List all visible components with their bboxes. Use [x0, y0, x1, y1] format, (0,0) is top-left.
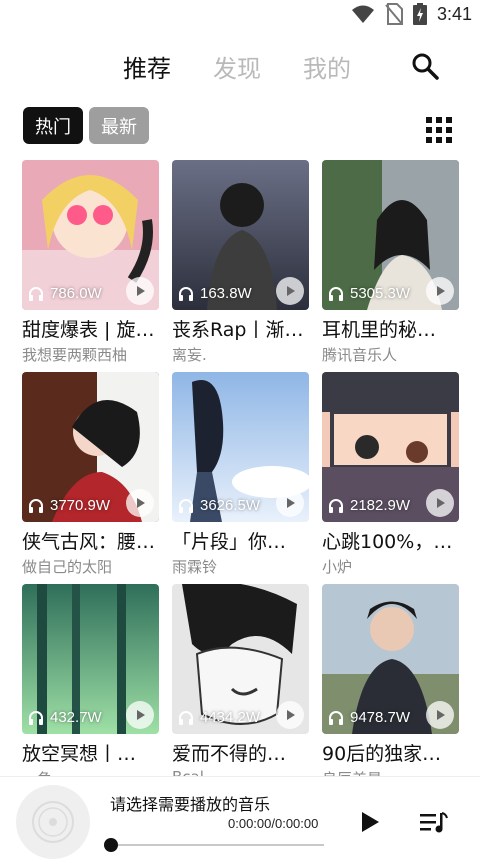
playlist-card[interactable]: 3626.5W 「片段」你… 雨霖铃: [172, 372, 309, 577]
playlist-author: 我想要两颗西柚: [22, 346, 128, 364]
playlist-cover[interactable]: 9478.7W: [322, 584, 459, 734]
tab-recommend[interactable]: 推荐: [123, 49, 171, 84]
filter-new-button[interactable]: 最新: [89, 107, 149, 144]
headphones-icon: [329, 286, 343, 301]
play-count: 4434.2W: [200, 709, 261, 726]
playlist-cover[interactable]: 5305.3W: [322, 160, 459, 310]
headphones-icon: [329, 498, 343, 513]
play-button[interactable]: [276, 489, 304, 517]
play-button[interactable]: [126, 277, 154, 305]
tab-discover[interactable]: 发现: [213, 49, 261, 84]
play-button[interactable]: [276, 277, 304, 305]
progress-track[interactable]: [112, 844, 324, 846]
headphones-icon: [29, 286, 43, 301]
playlist-card[interactable]: 432.7W 放空冥想丨… 一角: [22, 584, 159, 789]
playlist-cover[interactable]: 786.0W: [22, 160, 159, 310]
playlist-author: 腾讯音乐人: [322, 346, 398, 364]
play-icon: [137, 498, 145, 508]
no-sim-icon: [385, 3, 403, 25]
playlist-card[interactable]: 3770.9W 侠气古风：腰… 做自己的太阳: [22, 372, 159, 577]
search-icon[interactable]: [411, 52, 439, 80]
playlist-card[interactable]: 5305.3W 耳机里的秘… 腾讯音乐人: [322, 160, 459, 365]
playlist-title[interactable]: 90后的独家…: [322, 739, 459, 766]
play-button[interactable]: [126, 701, 154, 729]
mini-player: 请选择需要播放的音乐 0:00:00/0:00:00: [0, 776, 480, 864]
headphones-icon: [29, 710, 43, 725]
battery-charging-icon: [412, 3, 427, 25]
playlist-cover[interactable]: 2182.9W: [322, 372, 459, 522]
playlist-title[interactable]: 心跳100%，…: [322, 527, 459, 554]
playlist-title[interactable]: 耳机里的秘…: [322, 315, 459, 342]
playlist-cover[interactable]: 432.7W: [22, 584, 159, 734]
play-icon: [137, 710, 145, 720]
playlist-title[interactable]: 爱而不得的…: [172, 739, 309, 766]
tab-mine[interactable]: 我的: [303, 49, 351, 84]
playlist-card[interactable]: 2182.9W 心跳100%，… 小炉: [322, 372, 459, 577]
wifi-icon: [351, 5, 374, 23]
playlist-author: 小炉: [322, 558, 353, 576]
playlist-cover[interactable]: 3626.5W: [172, 372, 309, 522]
play-count: 163.8W: [200, 285, 252, 302]
play-button[interactable]: [426, 701, 454, 729]
play-count: 9478.7W: [350, 709, 411, 726]
play-icon: [137, 286, 145, 296]
playlist-cover[interactable]: 4434.2W: [172, 584, 309, 734]
playlist-author: 离妄.: [172, 346, 207, 364]
play-icon: [287, 498, 295, 508]
playlist-card[interactable]: 786.0W 甜度爆表 | 旋… 我想要两颗西柚: [22, 160, 159, 365]
play-icon: [287, 710, 295, 720]
status-bar: 3:41: [0, 0, 480, 30]
play-button[interactable]: [276, 701, 304, 729]
headphones-icon: [179, 710, 193, 725]
play-count: 786.0W: [50, 285, 102, 302]
play-icon: [437, 710, 445, 720]
play-count: 3626.5W: [200, 497, 261, 514]
progress-knob[interactable]: [104, 838, 118, 852]
playlist-author: 雨霖铃: [172, 558, 218, 576]
play-count: 2182.9W: [350, 497, 411, 514]
play-count: 5305.3W: [350, 285, 411, 302]
playlist-title[interactable]: 丧系Rap丨渐…: [172, 315, 309, 342]
play-icon: [437, 498, 445, 508]
headphones-icon: [329, 710, 343, 725]
play-button[interactable]: [126, 489, 154, 517]
playlist-card[interactable]: 163.8W 丧系Rap丨渐… 离妄.: [172, 160, 309, 365]
play-count: 432.7W: [50, 709, 102, 726]
playlist-author: 做自己的太阳: [22, 558, 113, 576]
playlist-cover[interactable]: 163.8W: [172, 160, 309, 310]
headphones-icon: [179, 498, 193, 513]
play-icon: [437, 286, 445, 296]
playlist-card[interactable]: 4434.2W 爱而不得的… Bcal: [172, 584, 309, 786]
play-icon: [287, 286, 295, 296]
playback-time: 0:00:00/0:00:00: [228, 816, 319, 831]
play-icon[interactable]: [356, 809, 382, 835]
playlist-queue-icon[interactable]: [420, 811, 448, 835]
playlist-title[interactable]: 侠气古风：腰…: [22, 527, 159, 554]
play-button[interactable]: [426, 489, 454, 517]
playlist-title[interactable]: 放空冥想丨…: [22, 739, 159, 766]
grid-view-icon[interactable]: [426, 117, 452, 143]
playlist-card[interactable]: 9478.7W 90后的独家… 良辰美景: [322, 584, 459, 789]
album-disc-icon[interactable]: [16, 785, 90, 859]
now-playing-title: 请选择需要播放的音乐: [110, 795, 271, 814]
play-button[interactable]: [426, 277, 454, 305]
top-tabs: 推荐 发现 我的: [0, 45, 480, 85]
playlist-cover[interactable]: 3770.9W: [22, 372, 159, 522]
playlist-title[interactable]: 甜度爆表 | 旋…: [22, 315, 159, 342]
headphones-icon: [179, 286, 193, 301]
status-time: 3:41: [436, 3, 472, 24]
play-count: 3770.9W: [50, 497, 111, 514]
filter-hot-button[interactable]: 热门: [23, 107, 83, 144]
headphones-icon: [29, 498, 43, 513]
playlist-title[interactable]: 「片段」你…: [172, 527, 309, 554]
